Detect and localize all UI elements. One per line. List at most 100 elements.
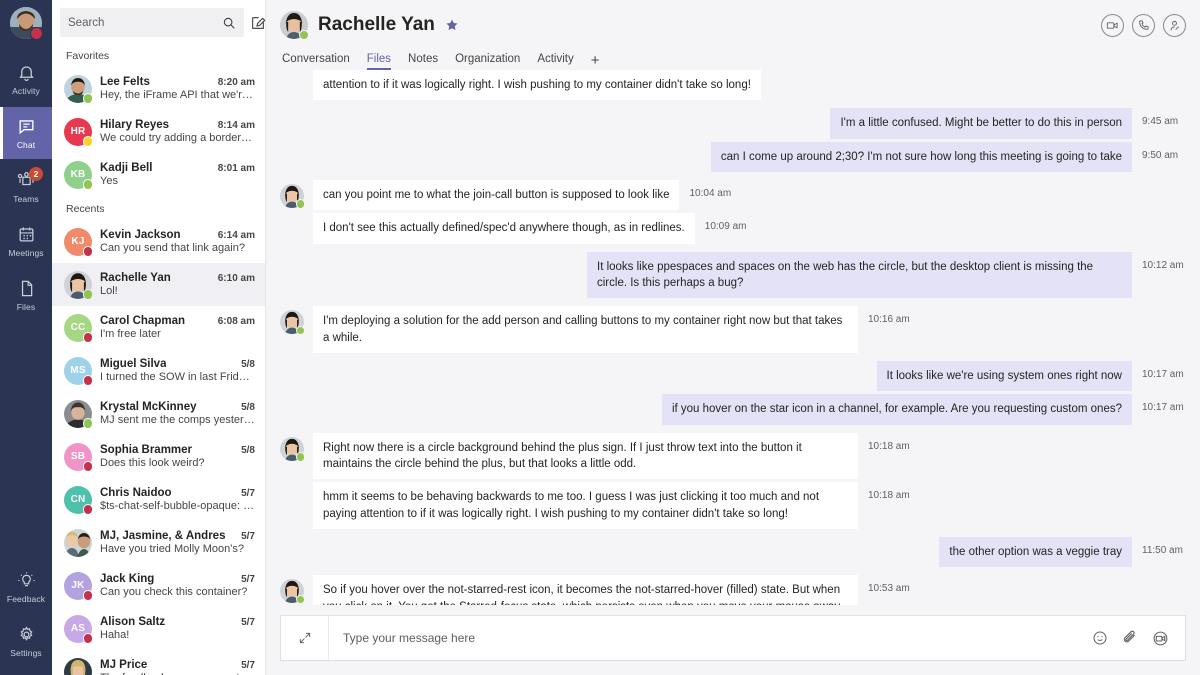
chat-item-preview: $ts-chat-self-bubble-opaque: al... — [100, 500, 255, 512]
message-bubble: if you hover on the star icon in a chann… — [661, 394, 1132, 425]
chat-list-scroll[interactable]: Favorites Lee Felts 8:20 am Hey, the iFr… — [52, 43, 265, 675]
audio-call-button[interactable] — [1132, 13, 1155, 37]
message-bubble: So if you hover over the not-starred-res… — [313, 575, 858, 605]
sidebar-item-teams[interactable]: Teams 2 — [0, 161, 52, 213]
chat-item-preview: We could try adding a border u... — [100, 132, 255, 144]
message-timestamp: 11:50 am — [1142, 544, 1183, 556]
attach-icon[interactable] — [1122, 630, 1138, 647]
chat-item-meta: Alison Saltz 5/7 Haha! — [100, 616, 255, 641]
message-row: the other option was a veggie tray 11:50… — [280, 536, 1186, 568]
tab-conversation[interactable]: Conversation — [282, 53, 350, 70]
avatar — [64, 399, 93, 429]
tab-notes[interactable]: Notes — [408, 53, 438, 70]
chat-item-time: 6:14 am — [217, 230, 255, 241]
search-input[interactable] — [68, 16, 222, 29]
chat-item-meta: Kevin Jackson 6:14 am Can you send that … — [100, 229, 255, 254]
gear-icon — [17, 625, 36, 645]
chat-list-item[interactable]: JK Jack King 5/7 Can you check this cont… — [52, 564, 265, 607]
message-column: It looks like ppespaces and spaces on th… — [280, 251, 1186, 299]
emoji-icon[interactable] — [1092, 630, 1108, 647]
account-avatar[interactable] — [10, 7, 43, 40]
presence-badge-available — [295, 199, 305, 209]
avatar: SB — [64, 442, 93, 472]
tab-files[interactable]: Files — [366, 53, 392, 70]
presence-badge-busy — [82, 246, 93, 257]
chat-item-name: Miguel Silva — [100, 358, 167, 370]
chat-list-item[interactable]: MJ, Jasmine, & Andres 5/7 Have you tried… — [52, 521, 265, 564]
presence-badge-busy — [82, 461, 93, 472]
chat-list-item[interactable]: SB Sophia Brammer 5/8 Does this look wei… — [52, 435, 265, 478]
chat-list-item[interactable]: MJ Price 5/7 The feedback was as expecte… — [52, 650, 265, 675]
chat-list-item[interactable]: Krystal McKinney 5/8 MJ sent me the comp… — [52, 392, 265, 435]
chat-item-preview: Yes — [100, 175, 118, 187]
chat-list-toolbar — [52, 0, 266, 43]
message-row: can you point me to what the join-call b… — [313, 179, 1186, 211]
chat-list-item[interactable]: HR Hilary Reyes 8:14 am We could try add… — [52, 110, 265, 153]
chat-item-time: 6:10 am — [217, 273, 255, 284]
chat-item-name: Hilary Reyes — [100, 119, 170, 131]
chat-item-name: MJ, Jasmine, & Andres — [100, 530, 226, 542]
lightbulb-icon — [17, 571, 36, 591]
chat-item-meta: Miguel Silva 5/8 I turned the SOW in las… — [100, 358, 255, 383]
calendar-icon — [17, 225, 36, 245]
chat-item-meta: Carol Chapman 6:08 am I'm free later — [100, 315, 255, 340]
sidebar-item-settings[interactable]: Settings — [0, 615, 52, 667]
message-input[interactable] — [329, 631, 1092, 645]
chat-item-meta: Jack King 5/7 Can you check this contain… — [100, 573, 255, 598]
chat-item-meta: Chris Naidoo 5/7 $ts-chat-self-bubble-op… — [100, 487, 255, 512]
expand-compose-button[interactable] — [281, 616, 329, 660]
message-bubble: can I come up around 2;30? I'm not sure … — [710, 141, 1132, 172]
chat-list-item[interactable]: CN Chris Naidoo 5/7 $ts-chat-self-bubble… — [52, 478, 265, 521]
chat-list-item[interactable]: CC Carol Chapman 6:08 am I'm free later — [52, 306, 265, 349]
chat-list-item[interactable]: KJ Kevin Jackson 6:14 am Can you send th… — [52, 220, 265, 263]
chat-list-item[interactable]: MS Miguel Silva 5/8 I turned the SOW in … — [52, 349, 265, 392]
search-box[interactable] — [60, 8, 244, 37]
compose-box[interactable] — [280, 615, 1186, 661]
message-row: I don't see this actually defined/spec'd… — [313, 213, 1186, 244]
chat-list-item[interactable]: AS Alison Saltz 5/7 Haha! — [52, 607, 265, 650]
sidebar-item-label: Activity — [12, 85, 40, 96]
chat-item-time: 8:14 am — [217, 120, 255, 131]
message-row: I'm deploying a solution for the add per… — [313, 306, 1186, 353]
sidebar-item-label: Meetings — [8, 247, 44, 258]
add-people-button[interactable] — [1163, 13, 1186, 37]
message-list[interactable]: attention to if it was logically right. … — [266, 70, 1200, 605]
tab-activity[interactable]: Activity — [537, 53, 573, 70]
rail-nav-items: Activity Chat Teams 2 Meetings Files — [0, 53, 52, 323]
chat-list-item[interactable]: KB Kadji Bell 8:01 am Yes — [52, 153, 265, 196]
chat-item-time: 6:08 am — [217, 316, 255, 327]
presence-badge-busy — [30, 27, 43, 40]
star-filled-icon[interactable] — [445, 18, 459, 32]
presence-badge-away — [82, 136, 93, 147]
sidebar-item-chat[interactable]: Chat — [0, 107, 52, 159]
presence-badge-available — [295, 325, 305, 336]
chat-item-preview: I turned the SOW in last Friday t... — [100, 371, 255, 383]
chat-item-preview: Can you check this container? — [100, 586, 248, 598]
sidebar-item-feedback[interactable]: Feedback — [0, 561, 52, 613]
chat-item-meta: Hilary Reyes 8:14 am We could try adding… — [100, 119, 255, 144]
new-chat-button[interactable] — [250, 11, 266, 35]
giphy-icon[interactable] — [1152, 630, 1169, 647]
video-call-button[interactable] — [1101, 13, 1124, 37]
add-tab-button[interactable]: + — [591, 53, 600, 70]
message-group: can you point me to what the join-call b… — [280, 179, 1186, 244]
message-bubble: attention to if it was logically right. … — [313, 70, 761, 101]
message-row: I'm a little confused. Might be better t… — [280, 108, 1186, 139]
expand-icon — [298, 631, 312, 645]
message-column: So if you hover over the not-starred-res… — [313, 575, 1186, 605]
sidebar-item-activity[interactable]: Activity — [0, 53, 52, 105]
chat-list-item[interactable]: Rachelle Yan 6:10 am Lol! — [52, 263, 265, 306]
left-app-rail: Activity Chat Teams 2 Meetings Files Fee… — [0, 0, 52, 675]
message-group: It looks like we're using system ones ri… — [280, 360, 1186, 425]
chat-item-time: 8:01 am — [217, 163, 255, 174]
presence-badge-available — [295, 452, 305, 462]
tab-organization[interactable]: Organization — [455, 53, 520, 70]
chat-list-item[interactable]: Lee Felts 8:20 am Hey, the iFrame API th… — [52, 67, 265, 110]
sidebar-item-meetings[interactable]: Meetings — [0, 215, 52, 267]
chat-item-time: 5/7 — [241, 574, 255, 585]
message-bubble: can you point me to what the join-call b… — [313, 179, 680, 211]
presence-badge-available — [82, 93, 93, 104]
sidebar-item-files[interactable]: Files — [0, 269, 52, 321]
message-timestamp: 10:53 am — [868, 583, 910, 595]
message-group: Right now there is a circle background b… — [280, 432, 1186, 529]
